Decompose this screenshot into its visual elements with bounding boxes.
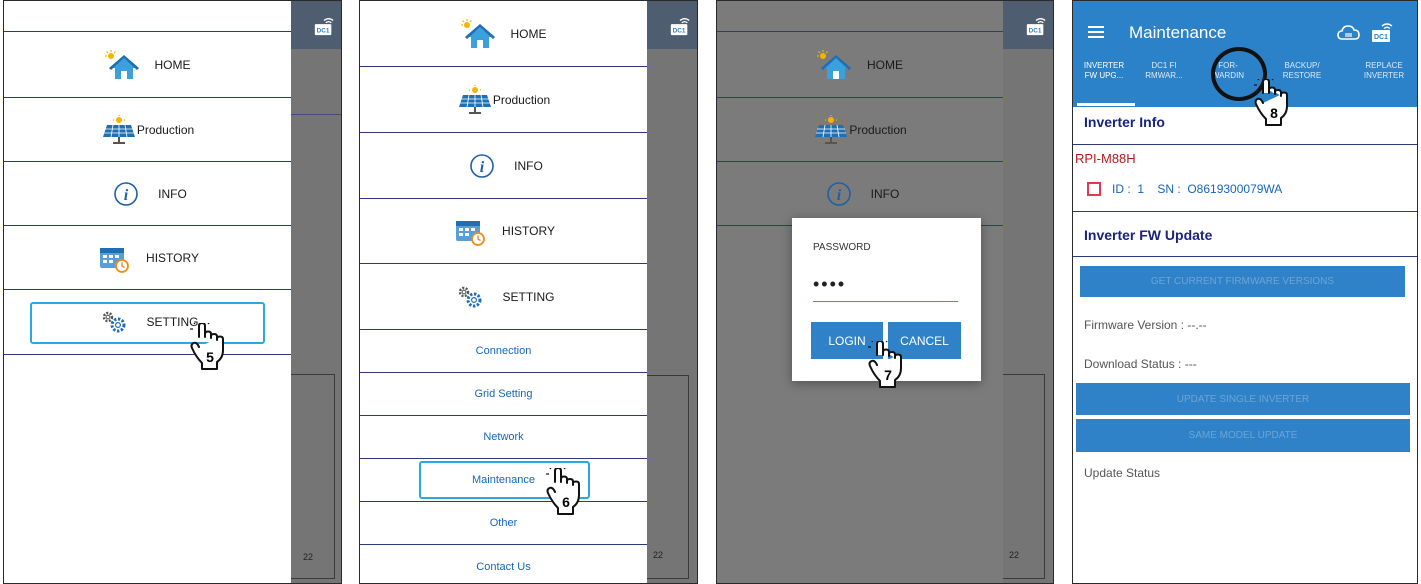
tap-hand-icon: 8 [1253, 79, 1288, 126]
menu-label: INFO [870, 186, 900, 201]
fw-update-title: Inverter FW Update [1084, 227, 1213, 243]
background-tick: 22 [1009, 550, 1020, 560]
info-icon [826, 181, 851, 206]
menu-item-production[interactable]: Production [4, 98, 291, 162]
menu-label: HISTORY [502, 224, 555, 238]
tap-hand-icon: 7 [867, 341, 902, 388]
solar-panel-icon [814, 114, 848, 145]
submenu-connection[interactable]: Connection [360, 330, 647, 373]
menu-label: INFO [514, 158, 543, 173]
gear-icon [458, 286, 482, 307]
password-input[interactable]: •••• [813, 274, 958, 302]
download-status: Download Status : --- [1084, 357, 1197, 371]
solar-panel-icon [458, 84, 492, 115]
menu-item-info[interactable]: INFO [360, 133, 647, 199]
menu-label: Production [492, 92, 551, 107]
menu-item-home[interactable]: HOME [360, 1, 647, 67]
panel-4: Maintenance INVERTER FW UPG... DC1 FI RMWA… [1072, 0, 1418, 584]
tap-hand-icon: 5 [189, 323, 224, 370]
step-number: 6 [562, 494, 570, 510]
dialog-title: PASSWORD [813, 242, 871, 253]
menu-label: INFO [158, 186, 187, 201]
step-number: 7 [884, 367, 892, 383]
menu-label: HOME [510, 26, 547, 41]
menu-label: HOME [154, 57, 191, 72]
menu-label: Production [136, 122, 195, 137]
menu-item-history[interactable]: HISTORY [4, 226, 291, 290]
page-title: Maintenance [1129, 23, 1227, 42]
nav-drawer: HOME Production INFO HISTORY SETTING [4, 1, 291, 583]
tab-backup-restore[interactable]: BACKUP/RESTORE [1273, 61, 1331, 81]
background-chart [999, 374, 1045, 579]
menu-label: Production [849, 122, 907, 137]
inverter-id-sn: ID : 1 SN : O8619300079WA [1112, 182, 1283, 196]
background-app: 22 [643, 1, 697, 583]
dc1-icon [1026, 18, 1046, 36]
tab-inverter-fw-upgrade[interactable]: INVERTER FW UPG... [1075, 61, 1133, 81]
cloud-icon[interactable] [1337, 23, 1361, 43]
history-icon [455, 220, 485, 246]
step-number: 8 [1270, 105, 1278, 121]
menu-label: HISTORY [146, 250, 199, 265]
panel-2: 22 HOME Production INFO HISTORY SETTING … [359, 0, 698, 584]
dc1-icon[interactable] [1370, 20, 1394, 44]
menu-item-home[interactable]: HOME [717, 31, 1003, 98]
update-single-inverter-button[interactable]: UPDATE SINGLE INVERTER [1076, 383, 1410, 415]
highlight-setting [30, 302, 265, 344]
tap-hand-icon: 6 [545, 468, 580, 515]
submenu-other[interactable]: Other [360, 502, 647, 545]
menu-label: SETTING [502, 289, 555, 304]
submenu-grid-setting[interactable]: Grid Setting [360, 373, 647, 416]
same-model-update-button[interactable]: SAME MODEL UPDATE [1076, 419, 1410, 452]
home-icon [460, 18, 496, 49]
submenu-network[interactable]: Network [360, 416, 647, 459]
info-icon [114, 181, 138, 206]
firmware-version: Firmware Version : --.-- [1084, 318, 1207, 332]
active-tab-indicator [1077, 103, 1135, 106]
background-tick: 22 [653, 550, 664, 560]
menu-item-info[interactable]: INFO [4, 162, 291, 226]
panel-3: 22 HOME Production INFO PASSWORD •••• LO… [716, 0, 1054, 584]
panel-1: 22 HOME Production INFO HISTORY SETTING … [3, 0, 342, 584]
nav-drawer: HOME Production INFO HISTORY SETTING Con… [360, 1, 647, 583]
menu-icon[interactable] [1088, 26, 1104, 38]
background-app: 22 [999, 1, 1053, 583]
background-chart [643, 375, 689, 579]
history-icon [99, 246, 129, 273]
menu-item-home[interactable]: HOME [4, 31, 291, 98]
background-app: 22 [287, 1, 341, 583]
menu-item-setting[interactable]: SETTING [360, 264, 647, 330]
tab-dc1-firmware[interactable]: DC1 FI RMWAR... [1135, 61, 1193, 81]
update-status-label: Update Status [1084, 466, 1161, 480]
menu-label: HOME [867, 57, 903, 72]
tab-replace-inverter[interactable]: REPLACE INVERTER [1355, 61, 1413, 81]
dc1-icon [670, 18, 690, 36]
menu-item-production[interactable]: Production [360, 67, 647, 133]
menu-item-production[interactable]: Production [717, 98, 1003, 162]
info-icon [470, 153, 494, 178]
step-number: 5 [206, 349, 214, 365]
home-icon [104, 49, 140, 80]
menu-item-history[interactable]: HISTORY [360, 199, 647, 264]
background-tick: 22 [303, 552, 314, 562]
dc1-icon [314, 18, 334, 36]
inverter-model: RPI-M88H [1075, 151, 1136, 166]
home-icon [817, 49, 852, 80]
background-chart [287, 374, 335, 579]
inverter-info-title: Inverter Info [1084, 114, 1165, 130]
menu-item-info[interactable]: INFO [717, 162, 1003, 226]
get-firmware-versions-button[interactable]: GET CURRENT FIRMWARE VERSIONS [1080, 266, 1405, 297]
solar-panel-icon [102, 114, 136, 145]
submenu-contact-us[interactable]: Contact Us [360, 545, 647, 583]
inverter-checkbox[interactable] [1087, 182, 1101, 196]
